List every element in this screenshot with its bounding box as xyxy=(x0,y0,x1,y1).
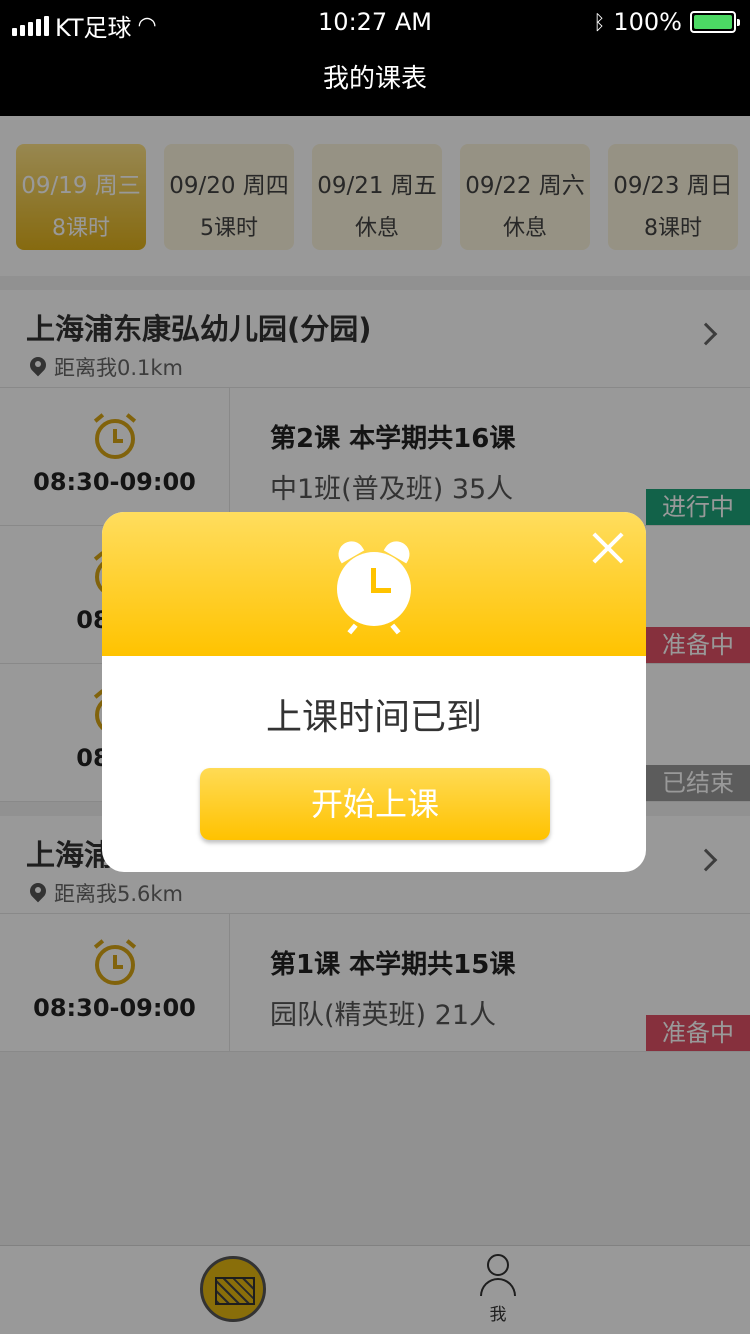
status-bar: KT足球 ◠ 10:27 AM ᛒ 100% xyxy=(0,8,750,42)
dialog-message: 上课时间已到 xyxy=(265,697,482,738)
dialog-header xyxy=(102,512,646,656)
bluetooth-icon: ᛒ xyxy=(593,10,606,34)
page-title: 我的课表 xyxy=(322,64,427,94)
close-icon[interactable] xyxy=(590,530,626,566)
top-bar: KT足球 ◠ 10:27 AM ᛒ 100% 我的课表 xyxy=(0,0,750,116)
class-time-dialog: 上课时间已到 开始上课 xyxy=(102,512,646,872)
alarm-clock-icon xyxy=(333,536,415,635)
start-class-button[interactable]: 开始上课 xyxy=(200,768,550,840)
battery-icon xyxy=(690,11,740,33)
battery-percent: 100% xyxy=(613,8,682,36)
